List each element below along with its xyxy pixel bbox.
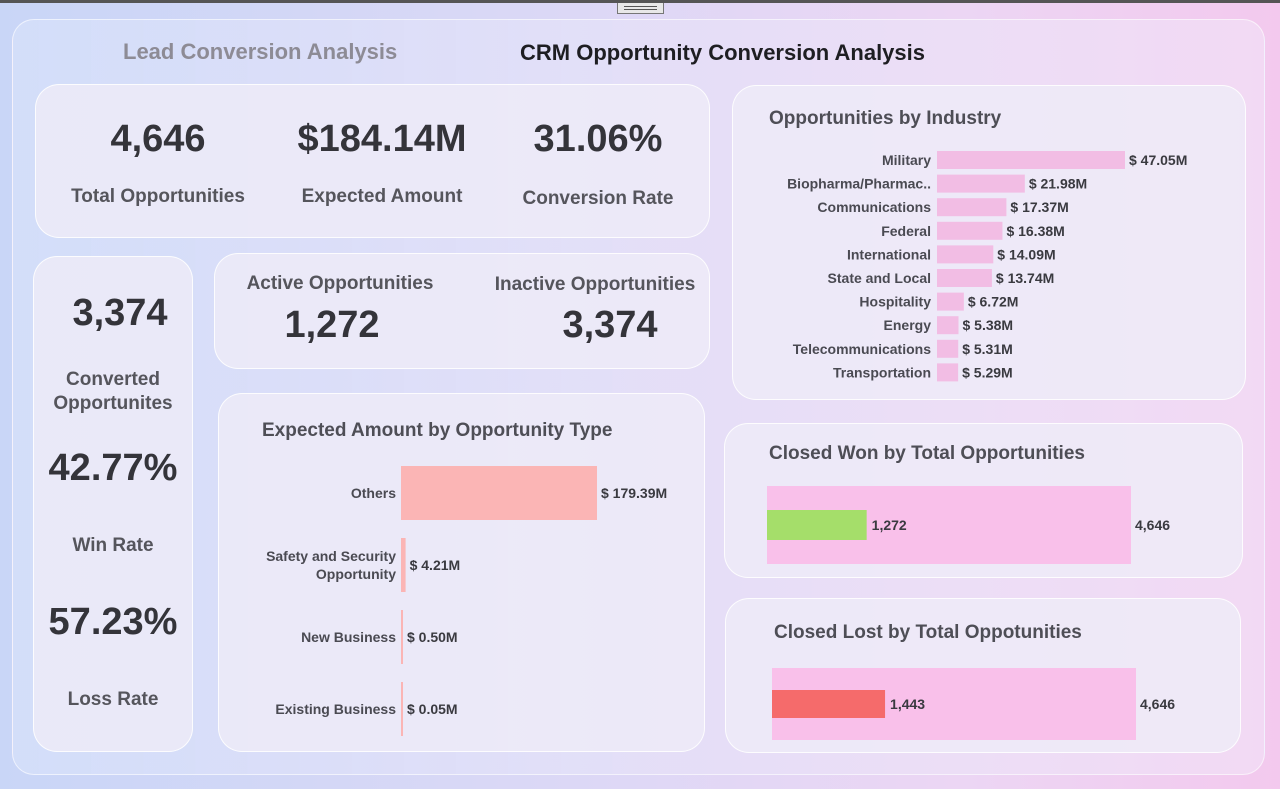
type-value-label: $ 0.05M: [407, 701, 458, 717]
industry-chart-title: Opportunities by Industry: [769, 108, 1002, 129]
type-bar: [401, 682, 403, 736]
industry-value-label: $ 6.72M: [968, 294, 1019, 310]
type-category-label: Existing Business: [275, 701, 396, 717]
type-value-label: $ 4.21M: [410, 557, 461, 573]
total-opportunities-label: Total Opportunities: [71, 186, 245, 207]
value-bar: [767, 510, 867, 540]
value-label: 1,272: [872, 517, 907, 533]
industry-value-label: $ 5.38M: [962, 317, 1013, 333]
type-category-label: Opportunity: [316, 566, 396, 582]
industry-value-label: $ 47.05M: [1129, 152, 1187, 168]
industry-bar: [937, 221, 1003, 240]
loss-rate-value: 57.23%: [48, 601, 178, 643]
type-value-label: $ 179.39M: [601, 485, 667, 501]
type-category-label: Safety and Security: [266, 548, 396, 564]
industry-value-label: $ 17.37M: [1010, 199, 1068, 215]
industry-bar: [937, 292, 964, 311]
conversion-rate-value: 31.06%: [533, 118, 663, 160]
industry-bar: [937, 269, 992, 287]
value-bar: [772, 690, 886, 718]
opportunity-type-chart: Others $ 179.39M Safety and Security Opport…: [266, 466, 667, 736]
industry-value-label: $ 5.31M: [962, 341, 1013, 357]
kpi-card: [35, 84, 710, 238]
industry-category-label: Transportation: [833, 364, 931, 380]
industry-category-label: Biopharma/Pharmac..: [787, 176, 931, 192]
active-opportunities-value: 1,272: [284, 304, 380, 346]
industry-value-label: $ 14.09M: [997, 246, 1055, 262]
expected-amount-value: $184.14M: [297, 118, 467, 160]
active-opportunities-label: Active Opportunities: [246, 273, 434, 294]
win-rate-label: Win Rate: [72, 535, 154, 556]
type-bar: [401, 610, 403, 664]
opportunity-type-title: Expected Amount by Opportunity Type: [262, 420, 613, 441]
industry-bar: [937, 339, 959, 358]
industry-category-label: Hospitality: [859, 294, 931, 310]
total-label: 4,646: [1140, 696, 1175, 712]
industry-value-label: $ 21.98M: [1029, 176, 1087, 192]
page-title: CRM Opportunity Conversion Analysis: [520, 40, 926, 65]
converted-label-line2: Opportunites: [53, 393, 173, 414]
closed-won-title: Closed Won by Total Opportunities: [769, 443, 1085, 464]
industry-category-label: Communications: [817, 199, 931, 215]
resize-grip-icon[interactable]: [617, 3, 664, 14]
industry-bar: [937, 245, 994, 264]
industry-category-label: Military: [882, 152, 931, 168]
industry-bar: [937, 316, 959, 335]
industry-chart: Military $ 47.05M Biopharma/Pharmac.. $ 21.…: [787, 151, 1187, 382]
type-category-label: Others: [351, 485, 396, 501]
conversion-rate-label: Conversion Rate: [522, 188, 674, 209]
industry-category-label: Energy: [884, 317, 932, 333]
industry-category-label: Telecommunications: [793, 341, 931, 357]
industry-bar: [937, 174, 1025, 193]
type-bar: [401, 466, 597, 520]
inactive-opportunities-value: 3,374: [562, 304, 658, 346]
industry-bar: [937, 151, 1125, 169]
industry-category-label: State and Local: [828, 270, 931, 286]
type-value-label: $ 0.50M: [407, 629, 458, 645]
lead-conversion-tab[interactable]: Lead Conversion Analysis: [123, 39, 397, 65]
industry-value-label: $ 5.29M: [962, 364, 1013, 380]
expected-amount-label: Expected Amount: [301, 186, 463, 207]
closed-lost-chart: 1,443 4,646: [772, 668, 1175, 740]
value-label: 1,443: [890, 696, 925, 712]
loss-rate-label: Loss Rate: [67, 689, 159, 710]
industry-value-label: $ 13.74M: [996, 270, 1054, 286]
industry-bar: [937, 198, 1007, 217]
closed-won-chart: 1,272 4,646: [767, 486, 1170, 564]
inactive-opportunities-label: Inactive Opportunities: [494, 274, 696, 295]
industry-bar: [937, 363, 959, 382]
total-label: 4,646: [1135, 517, 1170, 533]
closed-lost-title: Closed Lost by Total Oppotunities: [774, 622, 1082, 643]
type-bar: [401, 538, 406, 592]
industry-value-label: $ 16.38M: [1006, 223, 1064, 239]
industry-category-label: International: [847, 246, 931, 262]
industry-category-label: Federal: [881, 223, 931, 239]
total-opportunities-value: 4,646: [110, 118, 206, 160]
type-category-label: New Business: [301, 629, 396, 645]
converted-value: 3,374: [72, 292, 168, 334]
win-rate-value: 42.77%: [48, 447, 178, 489]
converted-label-line1: Converted: [66, 369, 160, 390]
